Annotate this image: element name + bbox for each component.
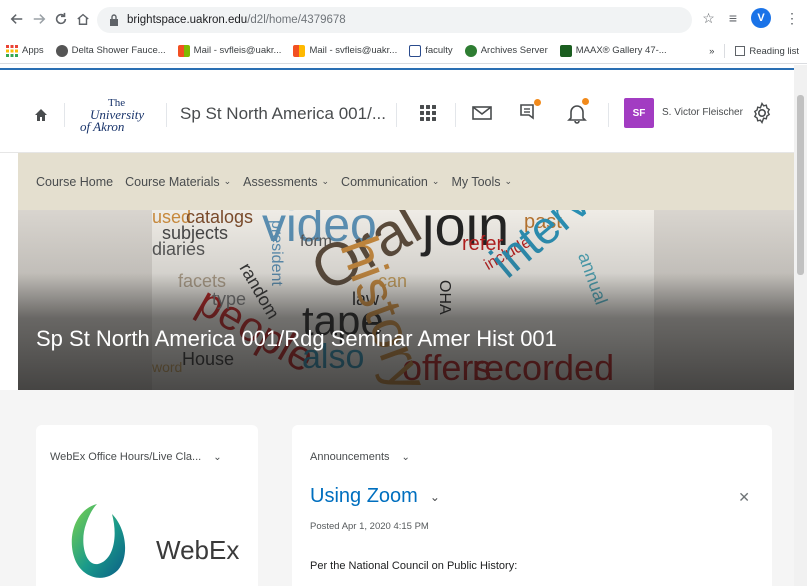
outlook-icon [177, 44, 190, 57]
browser-toolbar: brightspace.uakron.edu/d2l/home/4379678 … [0, 0, 807, 38]
bookmark-apps[interactable]: Apps [6, 44, 44, 57]
nav-course-home[interactable]: Course Home [36, 175, 113, 189]
home-icon[interactable] [34, 108, 48, 122]
more-bookmarks-button[interactable]: » [709, 46, 714, 57]
divider [455, 103, 456, 127]
bookmark-label: Delta Shower Fauce... [71, 45, 166, 56]
gear-icon[interactable] [750, 101, 774, 125]
course-title[interactable]: Sp St North America 001/... [180, 104, 386, 124]
more-menu-icon[interactable]: ⋮ [785, 10, 799, 27]
bookmark-mail-1[interactable]: Mail - svfleis@uakr... [177, 44, 282, 57]
course-banner: usedcatalogsvideojoinpastsubjectspreside… [18, 210, 794, 390]
address-bar[interactable]: brightspace.uakron.edu/d2l/home/4379678 [97, 7, 692, 33]
url-path: /d2l/home/4379678 [247, 14, 346, 26]
nav-my-tools[interactable]: My Tools ⌄ [451, 175, 512, 189]
home-browser-icon[interactable] [72, 8, 94, 30]
apps-grid-icon [6, 44, 18, 57]
user-avatar[interactable]: SF [624, 98, 654, 128]
accent-bar [0, 68, 794, 70]
scrollbar-thumb[interactable] [797, 95, 804, 275]
banner-overlay [18, 210, 794, 390]
forward-icon[interactable] [28, 8, 50, 30]
notification-badge [582, 98, 589, 105]
announcement-body: Per the National Council on Public Histo… [310, 560, 518, 572]
faculty-icon [409, 44, 422, 57]
bookmark-mail-2[interactable]: Mail - svfleis@uakr... [293, 44, 398, 57]
bookmark-delta[interactable]: Delta Shower Fauce... [55, 44, 166, 57]
bookmark-label: Apps [22, 45, 44, 56]
reload-icon[interactable] [50, 8, 72, 30]
lock-icon [110, 14, 118, 26]
url-host: brightspace.uakron.edu [127, 14, 248, 26]
logo-akron: of Akron [80, 119, 125, 134]
bookmark-label: Archives Server [480, 45, 548, 56]
media-icon[interactable]: ≡ [729, 10, 737, 26]
divider [166, 103, 167, 127]
chevron-down-icon: ⌄ [223, 176, 232, 186]
announcement-title[interactable]: Using Zoom ⌄ [310, 485, 440, 508]
page-scrollbar[interactable] [794, 65, 807, 586]
nav-assessments[interactable]: Assessments ⌄ [243, 175, 329, 189]
nav-label: Course Materials [125, 174, 220, 189]
bookmark-archives[interactable]: Archives Server [464, 44, 548, 57]
waffle-course-selector-icon[interactable] [416, 101, 440, 125]
chevron-down-icon[interactable]: ⌄ [430, 490, 440, 504]
star-icon[interactable]: ☆ [702, 10, 715, 27]
user-name[interactable]: S. Victor Fleischer [662, 107, 743, 118]
bookmark-label: Mail - svfleis@uakr... [309, 45, 398, 56]
bookmark-faculty[interactable]: faculty [409, 44, 453, 57]
chevron-down-icon: ⌄ [321, 176, 330, 186]
widget-title: Announcements [310, 451, 390, 463]
webex-logo-text: WebEx [156, 535, 240, 565]
nav-communication[interactable]: Communication ⌄ [341, 175, 439, 189]
divider [608, 103, 609, 127]
profile-avatar[interactable]: V [751, 8, 771, 28]
d2l-header: The University of Akron Sp St North Amer… [0, 65, 794, 153]
nav-label: My Tools [451, 174, 501, 189]
reading-list-button[interactable]: Reading list [735, 46, 799, 57]
divider [724, 44, 726, 58]
webex-widget: WebEx Office Hours/Live Cla... ⌄ WebEx [36, 425, 258, 586]
nav-label: Communication [341, 174, 428, 189]
divider [64, 103, 65, 127]
bookmark-maax[interactable]: MAAX® Gallery 47-... [559, 44, 667, 57]
webex-logo-icon [71, 504, 126, 578]
nav-label: Assessments [243, 174, 318, 189]
chevron-down-icon[interactable]: ⌄ [402, 452, 410, 463]
nav-course-materials[interactable]: Course Materials ⌄ [125, 175, 231, 189]
message-envelope-icon[interactable] [470, 101, 494, 125]
bookmark-label: MAAX® Gallery 47-... [575, 45, 667, 56]
url-text: brightspace.uakron.edu/d2l/home/4379678 [127, 14, 346, 26]
university-logo[interactable]: The University of Akron [80, 97, 156, 134]
announcement-posted-date: Posted Apr 1, 2020 4:15 PM [310, 521, 429, 532]
dismiss-close-icon[interactable]: ✕ [738, 489, 750, 506]
back-icon[interactable] [6, 8, 28, 30]
notification-badge [534, 99, 541, 106]
outlook-icon [293, 44, 306, 57]
chevron-down-icon[interactable]: ⌄ [213, 452, 221, 463]
maax-icon [559, 44, 572, 57]
webex-widget-header[interactable]: WebEx Office Hours/Live Cla... ⌄ [50, 451, 222, 463]
bookmark-label: faculty [425, 45, 453, 56]
nav-label: Course Home [36, 174, 114, 189]
course-navbar: Course Home Course Materials ⌄ Assessment… [18, 153, 794, 210]
chevron-down-icon: ⌄ [504, 176, 513, 186]
reading-list-label: Reading list [749, 45, 799, 57]
bookmarks-bar: Apps Delta Shower Fauce... Mail - svflei… [0, 38, 807, 64]
banner-title: Sp St North America 001/Rdg Seminar Amer… [36, 326, 557, 351]
widget-title: WebEx Office Hours/Live Cla... [50, 451, 202, 463]
announcements-widget: Announcements ⌄ Using Zoom ⌄ ✕ Posted Ap… [292, 425, 772, 586]
announcements-widget-header[interactable]: Announcements ⌄ [310, 451, 410, 463]
archives-icon [464, 44, 477, 57]
chevron-down-icon: ⌄ [431, 176, 440, 186]
announcement-title-text: Using Zoom [310, 485, 418, 507]
globe-icon [55, 44, 68, 57]
divider [396, 103, 397, 127]
bookmark-label: Mail - svfleis@uakr... [193, 45, 282, 56]
reading-list-icon [735, 46, 746, 56]
